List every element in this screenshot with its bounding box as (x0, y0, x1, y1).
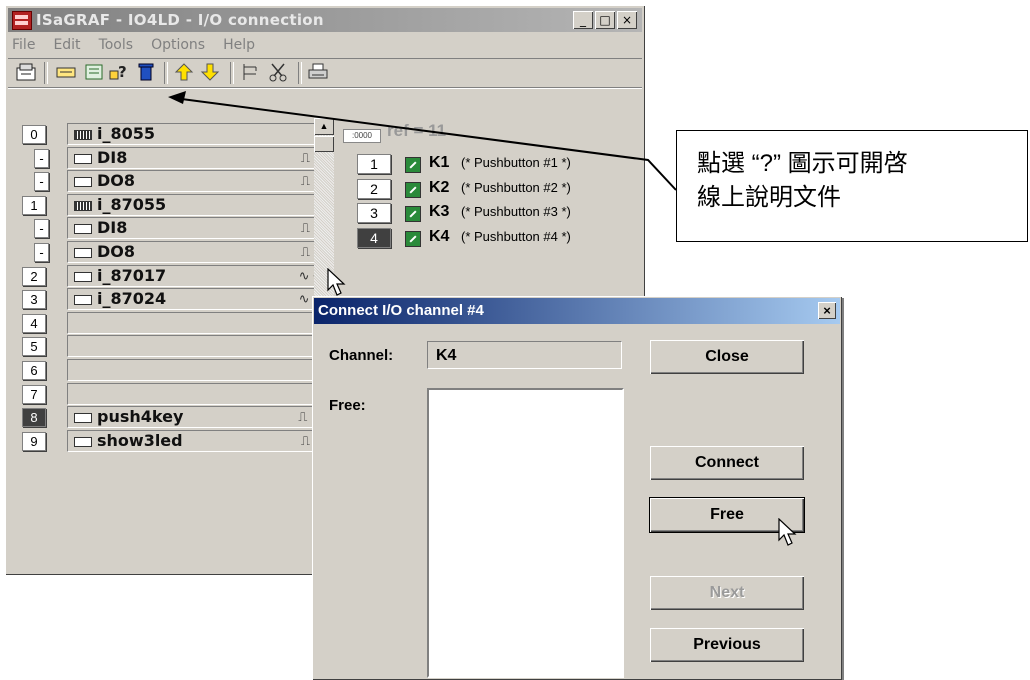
mouse-cursor-icon (778, 518, 797, 546)
free-label: Free: (329, 397, 366, 414)
channel-label: Channel: (329, 347, 394, 364)
next-button: Next (650, 576, 804, 610)
connect-io-channel-dialog: Connect I/O channel #4 × Channel: K4 Fre… (312, 296, 842, 680)
dialog-titlebar[interactable]: Connect I/O channel #4 × (314, 298, 840, 324)
channel-field: K4 (427, 341, 622, 369)
close-button[interactable]: Close (650, 340, 804, 374)
mouse-cursor-icon (327, 268, 346, 296)
previous-button[interactable]: Previous (650, 628, 804, 662)
free-list[interactable] (427, 388, 624, 678)
dialog-title: Connect I/O channel #4 (318, 302, 484, 319)
dialog-close-icon[interactable]: × (818, 302, 836, 319)
connect-button[interactable]: Connect (650, 446, 804, 480)
